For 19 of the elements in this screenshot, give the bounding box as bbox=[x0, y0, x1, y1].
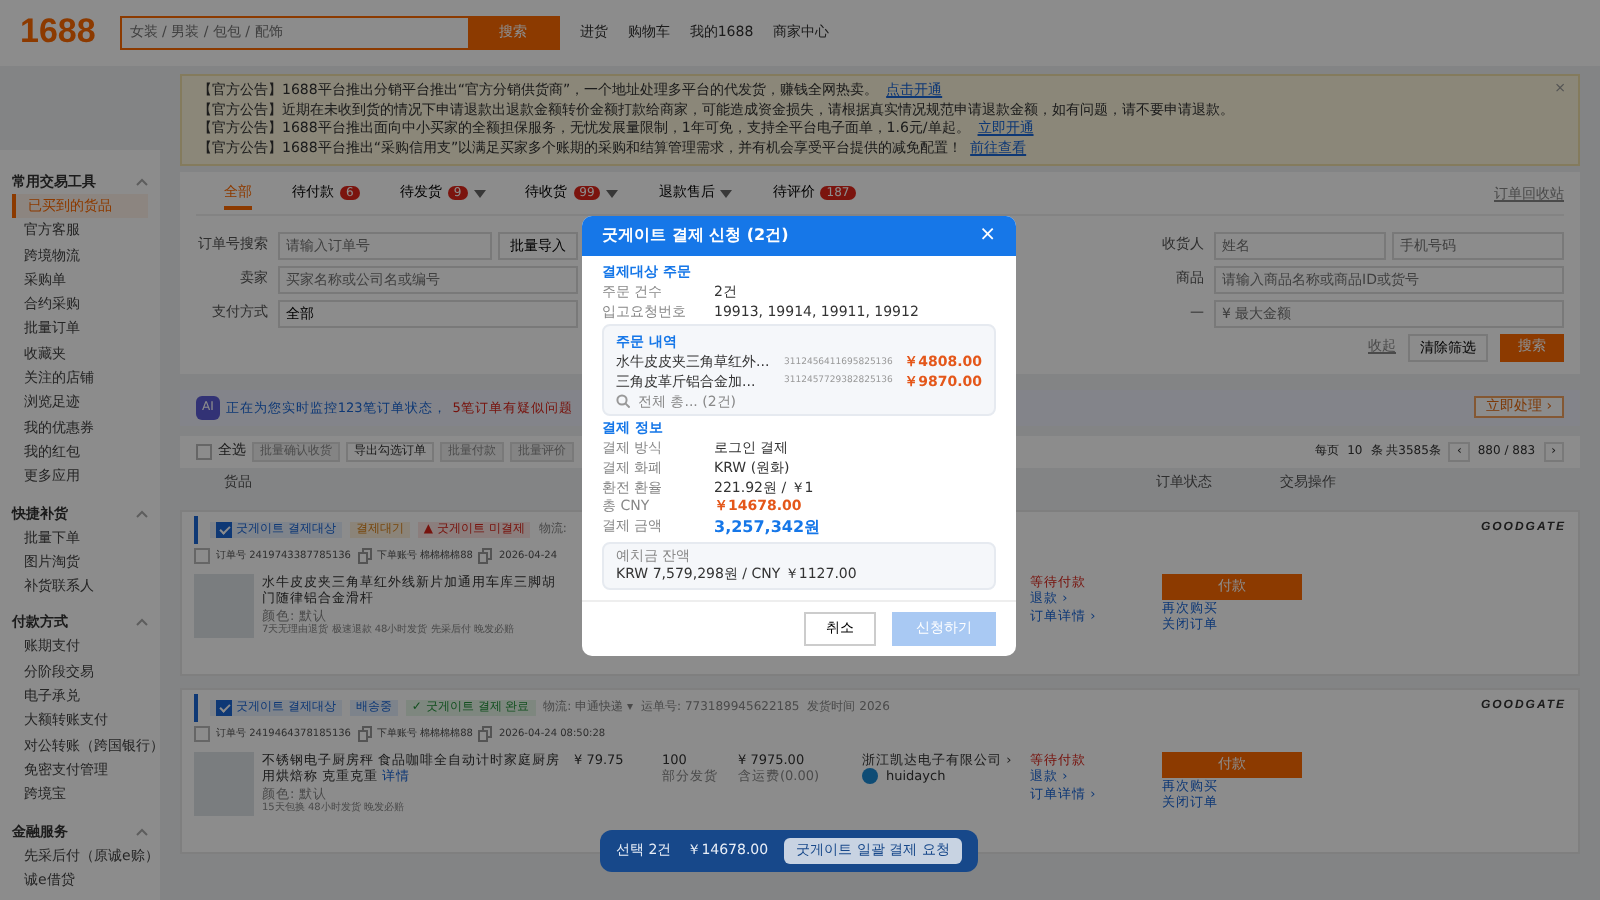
field-value: 3,257,342원 bbox=[714, 518, 823, 538]
chat-icon bbox=[862, 768, 878, 785]
checkbox[interactable] bbox=[216, 521, 232, 538]
chevron-up-icon bbox=[136, 509, 148, 518]
copy-icon bbox=[478, 548, 493, 565]
checkbox[interactable] bbox=[196, 443, 212, 460]
chevron-up-icon bbox=[136, 178, 148, 186]
close-button[interactable]: × bbox=[979, 226, 996, 246]
chevron-up-icon bbox=[136, 827, 148, 836]
dialog-title: 굿게이트 결제 신청 (2건) bbox=[602, 225, 789, 247]
logo: 1688 bbox=[20, 10, 96, 55]
copy-icon bbox=[357, 726, 371, 743]
copy-icon bbox=[478, 726, 493, 743]
search-icon bbox=[616, 394, 630, 409]
copy-icon bbox=[357, 548, 371, 565]
checkbox[interactable] bbox=[194, 726, 210, 743]
checkbox[interactable] bbox=[216, 699, 232, 716]
chevron-up-icon bbox=[136, 618, 148, 627]
checkbox[interactable] bbox=[194, 548, 210, 565]
